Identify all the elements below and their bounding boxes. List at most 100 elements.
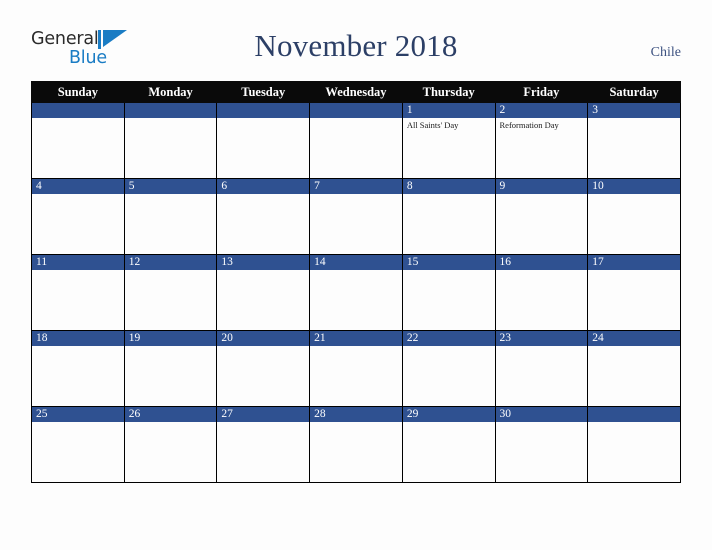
calendar-day-cell[interactable]: 15	[401, 254, 496, 331]
day-events	[403, 346, 495, 348]
day-cell-inner: 16	[495, 255, 588, 330]
calendar-day-cell[interactable]: 9	[494, 178, 589, 255]
day-number: 7	[310, 179, 402, 194]
day-number: 28	[310, 407, 402, 422]
calendar-day-cell[interactable]: 17	[587, 254, 681, 331]
calendar-empty-cell[interactable]	[587, 406, 681, 483]
day-events	[588, 118, 680, 120]
calendar-day-cell[interactable]: 8	[401, 178, 496, 255]
day-number: 10	[588, 179, 680, 194]
day-number: 21	[310, 331, 402, 346]
calendar-day-cell[interactable]: 10	[587, 178, 681, 255]
day-cell-inner: 27	[217, 407, 310, 482]
day-events	[496, 194, 588, 196]
day-cell-inner: 12	[124, 255, 217, 330]
calendar-week-row: 4 5 6 7 8 9 10	[31, 178, 681, 255]
day-events	[125, 422, 217, 424]
day-events	[310, 270, 402, 272]
day-number: 15	[402, 255, 495, 270]
weekday-header-row: Sunday Monday Tuesday Wednesday Thursday Frid…	[31, 81, 681, 103]
calendar-day-cell[interactable]: 5	[123, 178, 218, 255]
calendar-day-cell[interactable]: 4	[31, 178, 125, 255]
day-cell-inner: 1 All Saints' Day	[402, 103, 495, 178]
day-number: 12	[124, 255, 217, 270]
calendar-empty-cell[interactable]	[309, 102, 403, 179]
day-cell-inner: 5	[124, 179, 217, 254]
day-cell-inner: 10	[588, 179, 680, 254]
day-number: 16	[495, 255, 588, 270]
calendar-day-cell[interactable]: 26	[123, 406, 218, 483]
calendar-day-cell[interactable]: 16	[494, 254, 589, 331]
day-number: 18	[32, 331, 124, 346]
calendar-day-cell[interactable]: 20	[216, 330, 311, 407]
day-number: 26	[124, 407, 217, 422]
day-cell-inner	[588, 407, 680, 482]
calendar-day-cell[interactable]: 29	[401, 406, 496, 483]
calendar-day-cell[interactable]: 24	[587, 330, 681, 407]
calendar-empty-cell[interactable]	[31, 102, 125, 179]
day-cell-inner: 19	[124, 331, 217, 406]
calendar-week-row: 11 12 13 14 15 16 17	[31, 254, 681, 331]
day-cell-inner: 25	[32, 407, 124, 482]
calendar-day-cell[interactable]: 13	[216, 254, 311, 331]
calendar-empty-cell[interactable]	[216, 102, 311, 179]
calendar-day-cell[interactable]: 2 Reformation Day	[494, 102, 589, 179]
day-events	[496, 270, 588, 272]
calendar-week-row: 1 All Saints' Day 2 Reformation Day 3	[31, 102, 681, 179]
day-number: 6	[217, 179, 310, 194]
day-number	[217, 103, 310, 118]
day-events	[310, 346, 402, 348]
day-number: 2	[495, 103, 588, 118]
day-cell-inner: 30	[495, 407, 588, 482]
day-events	[32, 270, 124, 272]
calendar-day-cell[interactable]: 21	[309, 330, 403, 407]
calendar-day-cell[interactable]: 11	[31, 254, 125, 331]
day-number: 30	[495, 407, 588, 422]
calendar-day-cell[interactable]: 1 All Saints' Day	[401, 102, 496, 179]
day-events	[403, 422, 495, 424]
calendar-day-cell[interactable]: 23	[494, 330, 589, 407]
calendar-day-cell[interactable]: 12	[123, 254, 218, 331]
calendar-body: 1 All Saints' Day 2 Reformation Day 3 4 5 6 7 8 9 1…	[31, 102, 681, 483]
day-cell-inner: 15	[402, 255, 495, 330]
day-events: All Saints' Day	[403, 118, 495, 131]
day-events	[310, 118, 402, 120]
calendar-day-cell[interactable]: 19	[123, 330, 218, 407]
day-events	[588, 422, 680, 424]
day-events	[32, 346, 124, 348]
day-events	[310, 422, 402, 424]
calendar-day-cell[interactable]: 18	[31, 330, 125, 407]
day-cell-inner	[310, 103, 402, 178]
calendar-day-cell[interactable]: 28	[309, 406, 403, 483]
day-events	[588, 270, 680, 272]
calendar-day-cell[interactable]: 22	[401, 330, 496, 407]
holiday-label: All Saints' Day	[406, 120, 459, 130]
weekday-header-friday: Friday	[494, 81, 589, 103]
day-cell-inner: 28	[310, 407, 402, 482]
day-number: 13	[217, 255, 310, 270]
day-cell-inner	[124, 103, 217, 178]
calendar-week-row: 25 26 27 28 29 30	[31, 406, 681, 483]
day-cell-inner: 18	[32, 331, 124, 406]
calendar-day-cell[interactable]: 14	[309, 254, 403, 331]
day-number: 29	[402, 407, 495, 422]
day-events	[217, 422, 309, 424]
day-number: 1	[402, 103, 495, 118]
day-cell-inner: 22	[402, 331, 495, 406]
day-cell-inner: 6	[217, 179, 310, 254]
day-events	[125, 194, 217, 196]
day-events	[496, 422, 588, 424]
calendar-day-cell[interactable]: 3	[587, 102, 681, 179]
calendar-day-cell[interactable]: 25	[31, 406, 125, 483]
day-cell-inner: 9	[495, 179, 588, 254]
day-events	[217, 270, 309, 272]
day-cell-inner: 8	[402, 179, 495, 254]
calendar-empty-cell[interactable]	[123, 102, 218, 179]
calendar-day-cell[interactable]: 7	[309, 178, 403, 255]
day-number: 14	[310, 255, 402, 270]
calendar-day-cell[interactable]: 27	[216, 406, 311, 483]
calendar-day-cell[interactable]: 30	[494, 406, 589, 483]
weekday-header-thursday: Thursday	[401, 81, 496, 103]
calendar-day-cell[interactable]: 6	[216, 178, 311, 255]
day-cell-inner: 29	[402, 407, 495, 482]
